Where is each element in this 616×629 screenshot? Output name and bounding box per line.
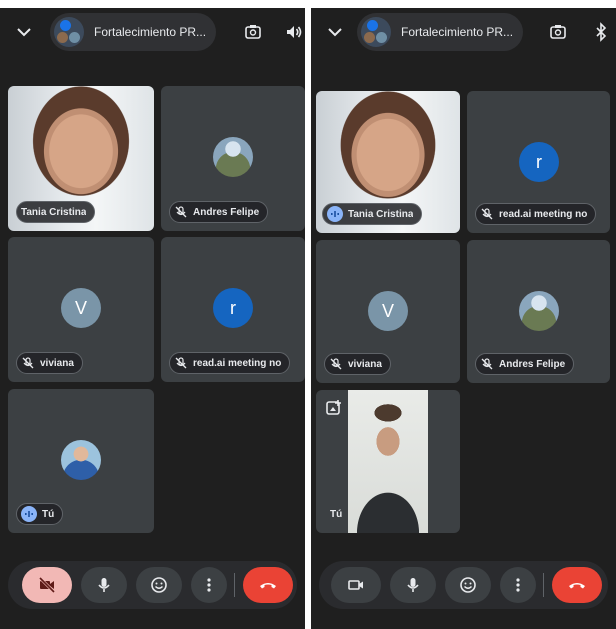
participant-name: viviana <box>348 358 382 370</box>
participant-name-chip: Andres Felipe <box>169 201 269 223</box>
meeting-title-pill[interactable]: Fortalecimiento PR... <box>50 13 217 51</box>
participant-name: read.ai meeting no <box>193 357 282 369</box>
emoji-icon <box>151 577 167 593</box>
participant-tile[interactable]: r read.ai meeting no <box>467 91 610 233</box>
participant-name-chip: Tú <box>324 503 350 525</box>
more-options-button[interactable] <box>500 567 536 603</box>
self-video <box>348 390 428 533</box>
speaking-icon <box>21 506 37 522</box>
participant-name-chip: read.ai meeting no <box>169 352 291 374</box>
more-vert-icon <box>516 578 520 592</box>
avatar <box>61 440 101 480</box>
participant-tile[interactable]: V viviana <box>316 240 460 383</box>
meet-screen-right: Fortalecimiento PR... Tania Cristina r r… <box>311 8 616 629</box>
chevron-down-icon[interactable] <box>325 22 345 42</box>
participant-name: Andres Felipe <box>499 358 566 370</box>
self-tile[interactable]: Tú <box>8 389 154 533</box>
participant-tile[interactable]: V viviana <box>8 237 154 382</box>
participant-name: read.ai meeting no <box>499 208 588 220</box>
mic-off-icon <box>330 358 342 370</box>
avatar: V <box>368 291 408 331</box>
participant-tile[interactable]: r read.ai meeting no <box>161 237 305 382</box>
participant-tile[interactable]: Andres Felipe <box>467 240 610 383</box>
bluetooth-icon[interactable] <box>591 22 611 42</box>
group-avatar <box>361 17 391 47</box>
call-controls <box>319 561 608 609</box>
participant-name: Andres Felipe <box>193 206 260 218</box>
divider <box>234 573 235 597</box>
mic-button[interactable] <box>81 567 127 603</box>
reactions-button[interactable] <box>445 567 491 603</box>
participant-name: Tania Cristina <box>348 208 414 220</box>
participant-tile[interactable]: Tania Cristina <box>316 91 460 233</box>
flip-camera-icon[interactable] <box>243 22 263 42</box>
participant-name-chip: Andres Felipe <box>475 353 575 375</box>
participant-name-chip: Tania Cristina <box>322 203 423 225</box>
reactions-button[interactable] <box>136 567 182 603</box>
speaking-icon <box>327 206 343 222</box>
more-vert-icon <box>207 578 211 592</box>
avatar: r <box>213 288 253 328</box>
more-options-button[interactable] <box>191 567 227 603</box>
meeting-title: Fortalecimiento PR... <box>401 25 514 39</box>
mic-button[interactable] <box>390 567 436 603</box>
participant-name-chip: read.ai meeting no <box>475 203 597 225</box>
participant-name: Tania Cristina <box>21 206 87 218</box>
camera-toggle-button[interactable] <box>331 567 381 603</box>
participant-name-chip: viviana <box>16 352 83 374</box>
hangup-icon <box>569 583 585 589</box>
mic-off-icon <box>22 357 34 369</box>
volume-icon[interactable] <box>284 22 304 42</box>
avatar: V <box>61 288 101 328</box>
meet-screen-left: Fortalecimiento PR... Tania Cristina And… <box>0 8 305 629</box>
hangup-icon <box>260 583 276 589</box>
participant-tile[interactable]: Tania Cristina <box>8 86 154 231</box>
video-camera-icon <box>348 580 363 590</box>
emoji-icon <box>460 577 476 593</box>
participant-name-chip: Tania Cristina <box>16 201 96 223</box>
avatar <box>519 291 559 331</box>
hangup-button[interactable] <box>243 567 293 603</box>
participant-tile[interactable]: Andres Felipe <box>161 86 305 231</box>
mic-off-icon <box>175 357 187 369</box>
mic-icon <box>98 578 110 592</box>
call-controls <box>8 561 297 609</box>
participant-name-chip: Tú <box>16 503 64 525</box>
avatar <box>213 137 253 177</box>
avatar: r <box>519 142 559 182</box>
hangup-button[interactable] <box>552 567 602 603</box>
divider <box>543 573 544 597</box>
group-avatar <box>54 17 84 47</box>
participant-name: viviana <box>40 357 74 369</box>
mic-off-icon <box>481 358 493 370</box>
participant-name-chip: viviana <box>324 353 391 375</box>
self-tile[interactable]: Tú <box>316 390 460 533</box>
flip-camera-icon[interactable] <box>548 22 568 42</box>
camera-toggle-button[interactable] <box>22 567 72 603</box>
top-bar: Fortalecimiento PR... <box>311 8 616 58</box>
self-video-frame <box>348 390 428 533</box>
participant-name: Tú <box>42 508 55 520</box>
meeting-title-pill[interactable]: Fortalecimiento PR... <box>357 13 524 51</box>
picture-in-picture-icon[interactable] <box>324 398 344 418</box>
mic-icon <box>407 578 419 592</box>
mic-off-icon <box>175 206 187 218</box>
camera-off-icon <box>38 576 56 594</box>
meeting-title: Fortalecimiento PR... <box>94 25 207 39</box>
participant-name: Tú <box>330 508 343 520</box>
mic-off-icon <box>481 208 493 220</box>
top-bar: Fortalecimiento PR... <box>0 8 305 58</box>
chevron-down-icon[interactable] <box>14 22 34 42</box>
